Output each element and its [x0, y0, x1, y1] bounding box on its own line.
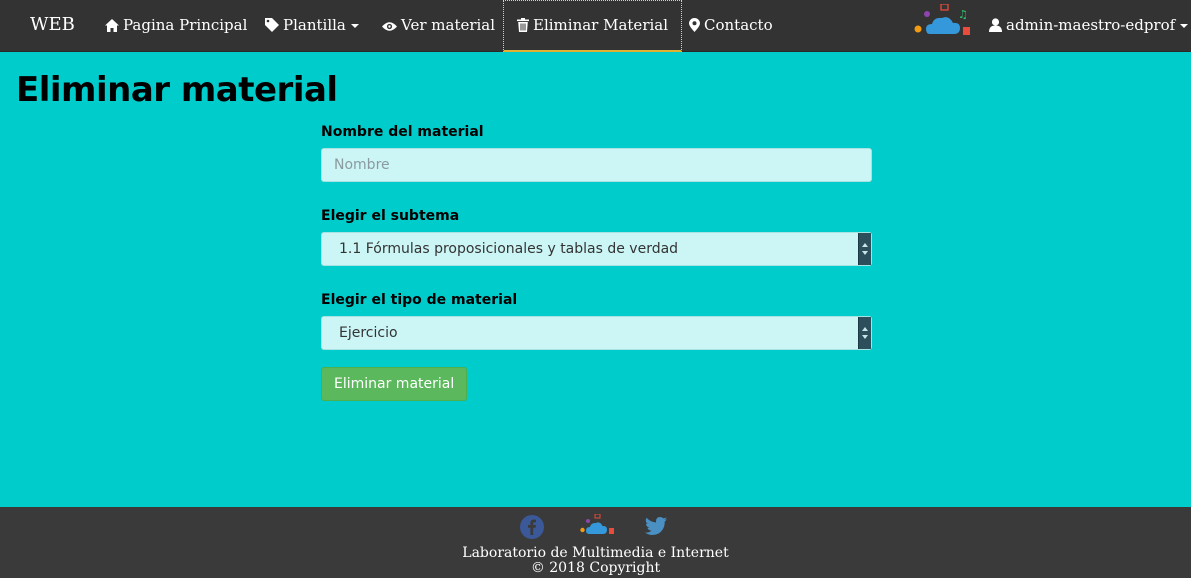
nav-item-label: Contacto	[704, 16, 773, 34]
subtopic-field-group: Elegir el subtema 1.1 Fórmulas proposici…	[321, 208, 872, 266]
subtopic-select-value: 1.1 Fórmulas proposicionales y tablas de…	[339, 241, 679, 257]
user-menu-label: admin-maestro-edprof	[1006, 16, 1176, 34]
cloud-logo-icon: ♫	[914, 3, 978, 42]
nav-item-ver-material[interactable]: Ver material	[382, 0, 495, 50]
subtopic-select[interactable]: 1.1 Fórmulas proposicionales y tablas de…	[321, 232, 872, 266]
tag-icon	[265, 16, 283, 34]
nav-item-label: Eliminar Material	[533, 16, 669, 34]
type-field-label: Elegir el tipo de material	[321, 292, 518, 308]
footer: Laboratorio de Multimedia e Internet © 2…	[0, 507, 1191, 578]
cloud-logo-icon[interactable]	[580, 513, 616, 540]
footer-lab-name: Laboratorio de Multimedia e Internet	[462, 545, 729, 561]
select-arrows-icon	[858, 317, 871, 349]
nav-item-eliminar-material[interactable]: Eliminar Material	[503, 0, 683, 52]
name-field-label: Nombre del material	[321, 124, 484, 140]
twitter-icon[interactable]	[645, 517, 667, 539]
caret-down-icon	[1180, 24, 1189, 28]
delete-material-button[interactable]: Eliminar material	[321, 367, 468, 401]
brand-link[interactable]: WEB	[30, 0, 75, 50]
nav-item-label: Pagina Principal	[123, 16, 248, 34]
caret-down-icon	[350, 24, 359, 28]
delete-material-form: Nombre del material Elegir el subtema 1.…	[321, 124, 872, 401]
eye-icon	[382, 16, 401, 34]
user-menu[interactable]: admin-maestro-edprof	[989, 0, 1189, 50]
map-marker-icon	[689, 16, 704, 34]
user-icon	[989, 16, 1006, 34]
material-type-select[interactable]: Ejercicio	[321, 316, 872, 350]
footer-copyright: © 2018 Copyright	[530, 560, 661, 576]
type-field-group: Elegir el tipo de material Ejercicio	[321, 292, 872, 350]
nav-item-pagina-principal[interactable]: Pagina Principal	[105, 0, 247, 50]
nav-item-label: Ver material	[401, 16, 496, 34]
page-title: Eliminar material	[16, 70, 338, 110]
nav-item-contacto[interactable]: Contacto	[689, 0, 773, 50]
nav-item-plantilla[interactable]: Plantilla	[265, 0, 359, 50]
facebook-icon[interactable]	[520, 515, 544, 543]
name-field-group: Nombre del material	[321, 124, 872, 182]
select-arrows-icon	[858, 233, 871, 265]
svg-text:♫: ♫	[958, 8, 968, 21]
trash-icon	[517, 16, 533, 34]
nav-item-label: Plantilla	[283, 16, 346, 34]
home-icon	[105, 16, 123, 34]
material-type-select-value: Ejercicio	[339, 325, 398, 341]
navbar: WEB Pagina Principal Plantilla Ver mater…	[0, 0, 1191, 52]
subtopic-field-label: Elegir el subtema	[321, 208, 460, 224]
material-name-input[interactable]	[321, 148, 872, 182]
